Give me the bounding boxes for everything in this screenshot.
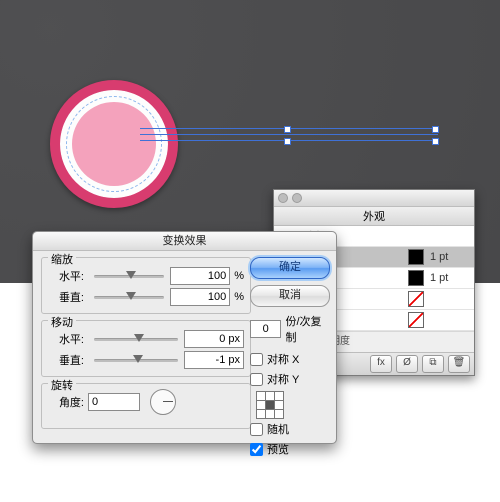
group-move: 移动 水平: 0 px 垂直: -1 px xyxy=(41,320,251,377)
selection-handle[interactable] xyxy=(284,138,291,145)
label-scale-h: 水平: xyxy=(48,268,84,284)
row-value[interactable]: 1 pt xyxy=(430,272,474,284)
add-effect-icon[interactable]: fx xyxy=(370,355,392,373)
selection-handle[interactable] xyxy=(284,126,291,133)
close-dot-icon[interactable] xyxy=(278,193,288,203)
input-move-v[interactable]: -1 px xyxy=(184,351,244,369)
dialog-title[interactable]: 变换效果 xyxy=(33,232,336,251)
color-swatch[interactable] xyxy=(408,270,424,286)
row-value[interactable]: 1 pt xyxy=(430,251,474,263)
clear-icon[interactable]: Ø xyxy=(396,355,418,373)
slider-scale-v[interactable] xyxy=(94,290,164,304)
group-legend: 缩放 xyxy=(48,251,76,267)
color-swatch[interactable] xyxy=(408,249,424,265)
anchor-grid[interactable] xyxy=(250,391,328,417)
label-scale-v: 垂直: xyxy=(48,289,84,305)
label-copies: 份/次复制 xyxy=(285,313,328,345)
checkbox-preview[interactable]: 预览 xyxy=(250,441,328,457)
label-angle: 角度: xyxy=(48,394,84,410)
unit: % xyxy=(234,291,244,303)
panel-tab-appearance[interactable]: 外观 xyxy=(274,207,474,226)
color-swatch[interactable] xyxy=(408,291,424,307)
label-move-v: 垂直: xyxy=(48,352,84,368)
input-copies[interactable]: 0 xyxy=(250,320,281,338)
selection-handle[interactable] xyxy=(432,138,439,145)
group-legend: 旋转 xyxy=(48,377,76,393)
pink-badge-object[interactable] xyxy=(50,80,178,208)
delete-icon[interactable]: 🗑 xyxy=(448,355,470,373)
slider-scale-h[interactable] xyxy=(94,269,164,283)
selection-handle[interactable] xyxy=(432,126,439,133)
panel-tab-label: 外观 xyxy=(363,208,385,224)
group-legend: 移动 xyxy=(48,314,76,330)
input-angle[interactable]: 0 xyxy=(88,393,140,411)
minimize-dot-icon[interactable] xyxy=(292,193,302,203)
input-move-h[interactable]: 0 px xyxy=(184,330,244,348)
input-scale-h[interactable]: 100 xyxy=(170,267,230,285)
group-scale: 缩放 水平: 100 % 垂直: 100 % xyxy=(41,257,251,314)
slider-move-h[interactable] xyxy=(94,332,178,346)
panel-titlebar[interactable] xyxy=(274,190,474,207)
checkbox-reflect-x[interactable]: 对称 X xyxy=(250,351,328,367)
slider-move-v[interactable] xyxy=(94,353,178,367)
selection-edge-mid xyxy=(140,134,438,135)
angle-dial[interactable] xyxy=(150,389,176,415)
ok-button[interactable]: 确定 xyxy=(250,257,330,279)
color-swatch[interactable] xyxy=(408,312,424,328)
duplicate-icon[interactable]: ⧉ xyxy=(422,355,444,373)
checkbox-random[interactable]: 随机 xyxy=(250,421,328,437)
input-scale-v[interactable]: 100 xyxy=(170,288,230,306)
transform-effect-dialog[interactable]: 变换效果 缩放 水平: 100 % 垂直: 100 % 移动 水平: 0 px xyxy=(32,231,337,444)
label-move-h: 水平: xyxy=(48,331,84,347)
group-rotate: 旋转 角度: 0 xyxy=(41,383,251,429)
checkbox-reflect-y[interactable]: 对称 Y xyxy=(250,371,328,387)
cancel-button[interactable]: 取消 xyxy=(250,285,330,307)
unit: % xyxy=(234,270,244,282)
